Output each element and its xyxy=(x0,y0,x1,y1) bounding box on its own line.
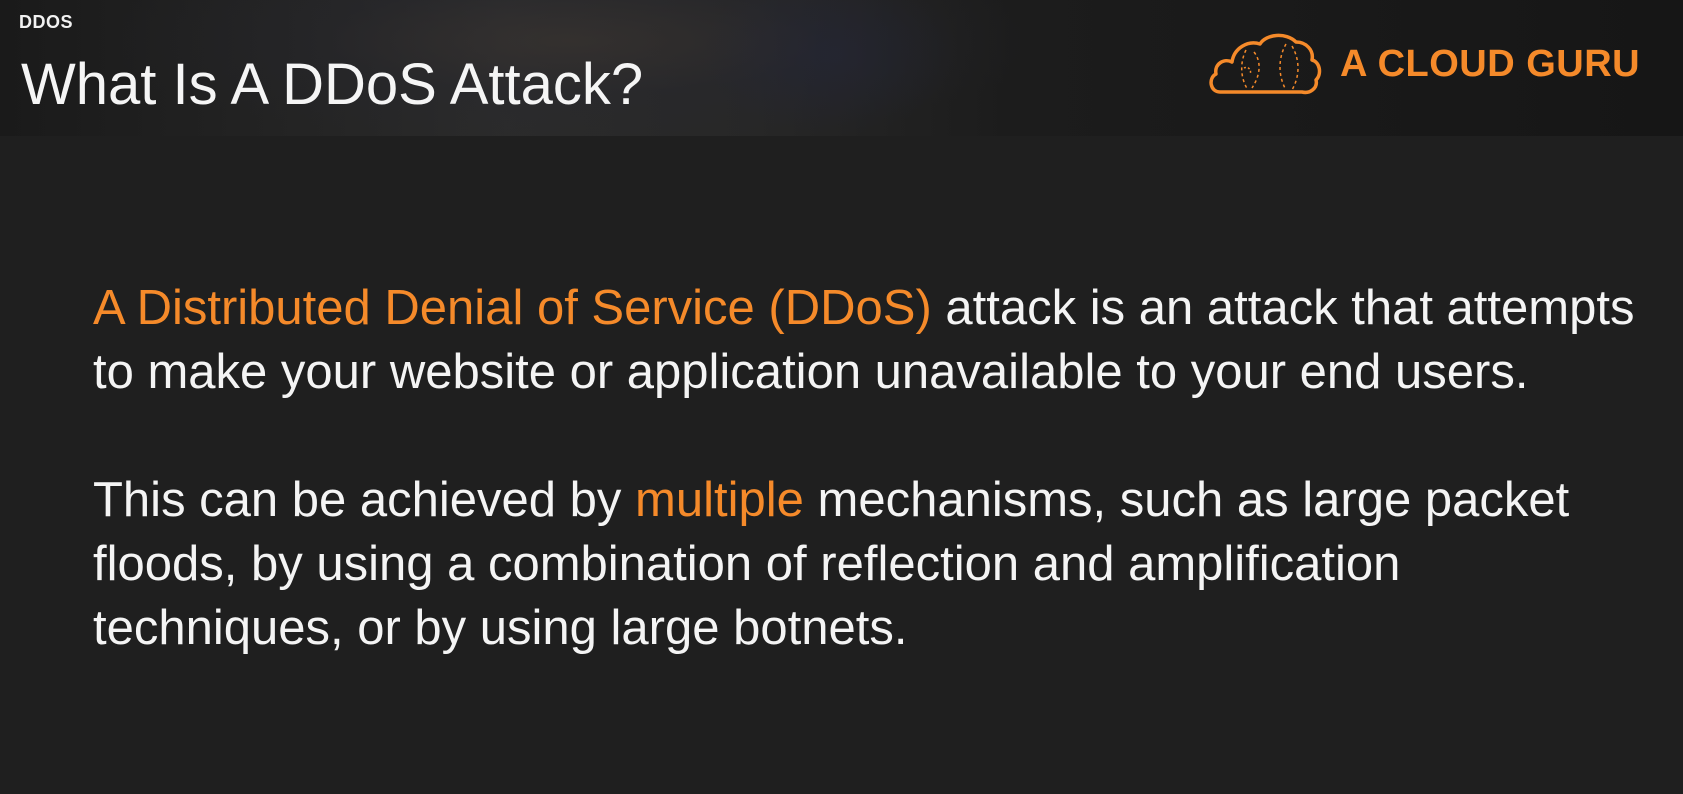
brand-logo: A CLOUD GURU xyxy=(1206,24,1640,104)
mechanisms-paragraph: This can be achieved by multiple mechani… xyxy=(93,468,1653,660)
brand-logo-text: A CLOUD GURU xyxy=(1340,42,1641,85)
header-background-photo-detail xyxy=(700,0,960,136)
mechanisms-text-before: This can be achieved by xyxy=(93,473,636,527)
definition-highlight: A Distributed Denial of Service (DDoS) xyxy=(93,281,932,335)
definition-paragraph: A Distributed Denial of Service (DDoS) a… xyxy=(93,276,1653,404)
slide-header: DDOS What Is A DDoS Attack? A CLOUD GURU xyxy=(0,0,1683,136)
cloud-logo-icon xyxy=(1206,28,1324,100)
section-label: DDOS xyxy=(19,12,74,32)
slide-content: A Distributed Denial of Service (DDoS) a… xyxy=(93,276,1653,660)
mechanisms-highlight: multiple xyxy=(635,473,804,527)
page-title: What Is A DDoS Attack? xyxy=(21,52,644,117)
